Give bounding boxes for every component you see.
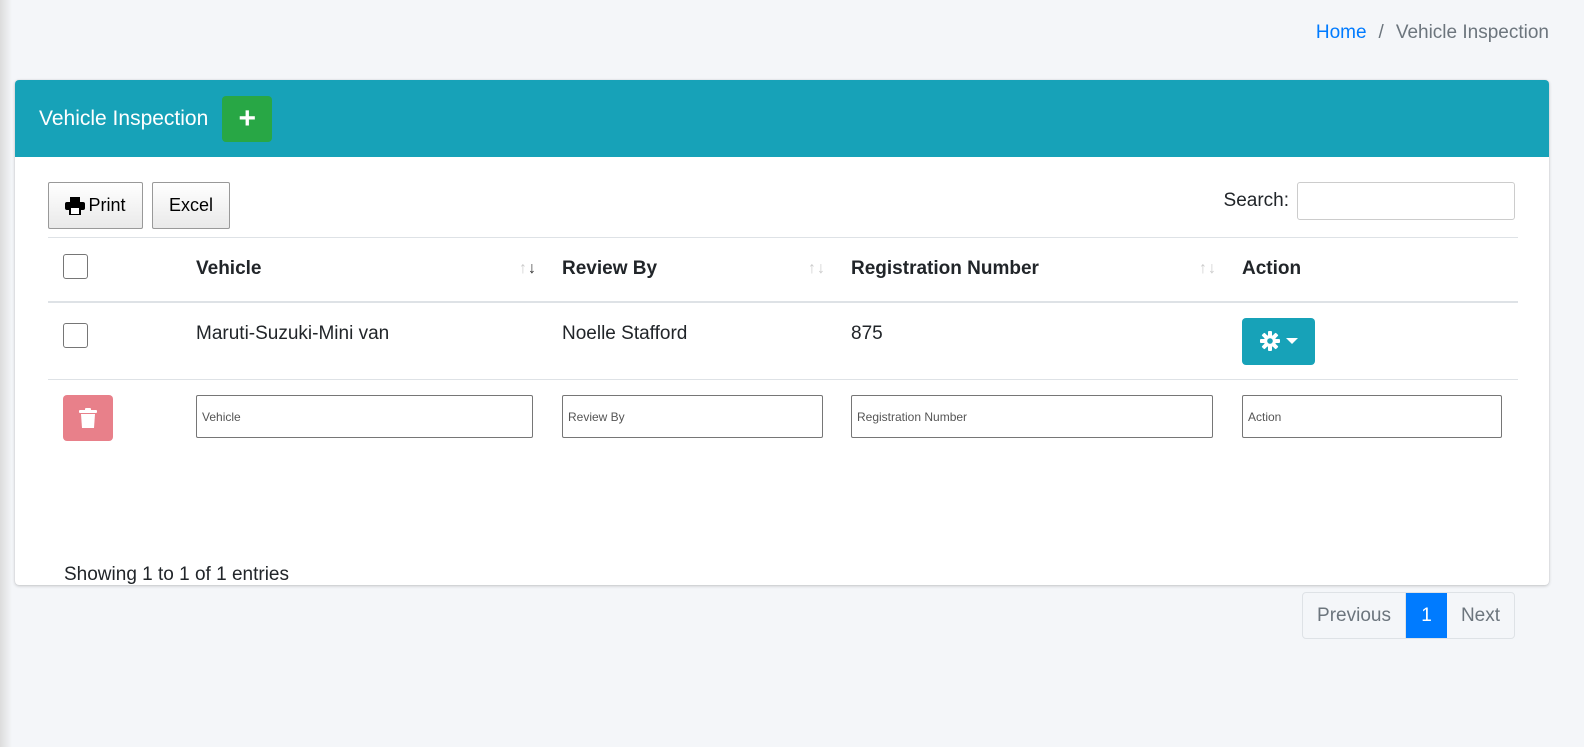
registration-number-filter-input[interactable] [851,395,1213,438]
action-cell [1227,301,1518,380]
action-filter-cell [1227,380,1518,456]
print-button[interactable]: Print [48,182,143,229]
column-label: Action [1242,258,1302,280]
chevron-down-icon [1285,338,1298,344]
inspection-table: Vehicle ↑↓ Review By ↑↓ Registration Num… [48,237,1518,456]
column-header-registration-number[interactable]: Registration Number ↑↓ [836,237,1227,303]
column-label: Vehicle [196,258,262,280]
excel-button[interactable]: Excel [152,182,230,229]
filter-delete-cell [48,380,181,456]
search-input[interactable] [1297,182,1515,220]
breadcrumb-separator: / [1378,22,1384,43]
column-header-action: Action [1227,237,1518,303]
review-by-filter-cell [547,380,836,456]
registration-filter-cell [836,380,1227,456]
vehicle-cell: Maruti-Suzuki-Mini van [181,301,547,380]
column-header-vehicle[interactable]: Vehicle ↑↓ [181,237,547,303]
sort-icon: ↑↓ [519,260,537,277]
sidebar-edge [0,0,12,747]
table-row: Maruti-Suzuki-Mini van Noelle Stafford 8… [48,301,1518,380]
page-1-button[interactable]: 1 [1406,593,1447,638]
plus-icon: + [238,101,257,135]
inspection-card: Vehicle Inspection + Print Excel Search: [15,80,1549,639]
delete-button[interactable] [63,395,113,441]
registration-number-cell: 875 [836,301,1227,380]
export-toolbar: Print Excel [48,182,230,229]
review-by-filter-input[interactable] [562,395,823,438]
column-label: Registration Number [851,258,1039,280]
action-dropdown-button[interactable] [1242,317,1315,365]
action-filter-input[interactable] [1242,395,1502,438]
entries-info: Showing 1 to 1 of 1 entries [64,564,289,585]
page-title: Vehicle Inspection [39,106,209,130]
gear-icon [1259,331,1280,351]
print-label: Print [88,195,126,215]
vehicle-filter-cell [181,380,547,456]
trash-icon [79,408,97,428]
excel-label: Excel [168,195,213,215]
review-by-cell: Noelle Stafford [547,301,836,380]
previous-page-button[interactable]: Previous [1303,593,1406,638]
breadcrumb: Home / Vehicle Inspection [1316,22,1549,44]
select-all-cell [48,237,181,303]
column-header-review-by[interactable]: Review By ↑↓ [547,237,836,303]
filter-row [48,380,1518,456]
vehicle-filter-input[interactable] [196,395,533,438]
printer-icon [65,196,86,215]
card-header: Vehicle Inspection + [15,80,1549,157]
column-label: Review By [562,258,658,280]
row-checkbox[interactable] [63,322,88,348]
breadcrumb-current: Vehicle Inspection [1395,22,1549,43]
table-header-row: Vehicle ↑↓ Review By ↑↓ Registration Num… [48,237,1518,303]
sort-icon: ↑↓ [808,260,826,277]
next-page-button[interactable]: Next [1447,593,1514,638]
search-box: Search: [1224,182,1515,220]
row-select-cell [48,301,181,380]
sort-icon: ↑↓ [1199,260,1217,277]
breadcrumb-home-link[interactable]: Home [1316,22,1367,44]
pagination: Previous 1 Next [1302,592,1515,639]
search-label: Search: [1223,190,1289,211]
add-inspection-button[interactable]: + [222,95,273,142]
select-all-checkbox[interactable] [63,253,88,279]
